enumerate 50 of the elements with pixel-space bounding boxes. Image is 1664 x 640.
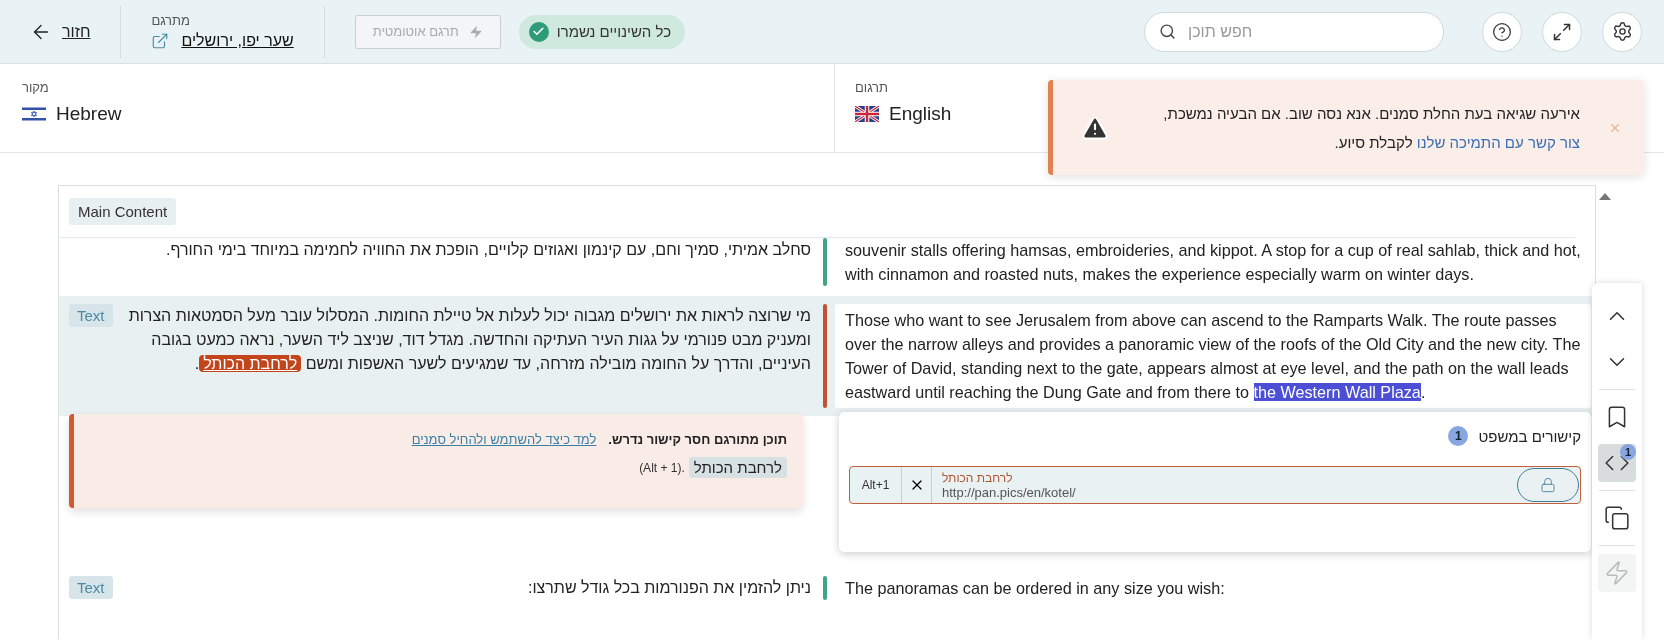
search-icon xyxy=(1159,23,1176,40)
source-language: Hebrew xyxy=(56,103,122,125)
shortcut-hint: (Alt + 1). xyxy=(639,460,685,475)
target-language: English xyxy=(889,103,952,125)
search-field[interactable]: חפש תוכן xyxy=(1144,11,1444,52)
highlighted-phrase: the Western Wall Plaza xyxy=(1253,383,1421,401)
source-text: ניתן להזמין את הפנורמות בכל גודל שתרצו: xyxy=(526,578,811,598)
source-label: מקור xyxy=(22,80,49,95)
expand-button[interactable] xyxy=(1542,11,1582,52)
project-label: מתרגם xyxy=(151,13,190,28)
lock-icon xyxy=(1540,477,1556,493)
count-badge: 1 xyxy=(1620,444,1636,460)
project-link[interactable]: שער יפו, ירושלים xyxy=(181,32,294,50)
segment-tag: Text xyxy=(69,576,113,599)
link-url: http://pan.pics/en/kotel/ xyxy=(942,484,1077,500)
target-label: תרגום xyxy=(855,80,888,95)
back-link[interactable]: חזור xyxy=(30,20,91,43)
copy-icon xyxy=(1604,505,1630,531)
target-text: The panoramas can be ordered in any size you wish: xyxy=(845,578,1226,599)
check-icon xyxy=(528,21,549,42)
scroll-up-icon[interactable] xyxy=(1599,193,1611,200)
expand-icon xyxy=(1552,21,1572,42)
target-text: Those who want to see Jerusalem from above can ascend to the Ramparts Walk. The route passes over the narrow alleys and provides a panoramic view of the roofs of the Old City and the new city. The Tower of David, standing next to the gate, appears almost at eye level, and the path on the wall leads eastward until reaching the Dung Gate and from there to the Western Wall Plaza. xyxy=(845,310,1581,403)
source-text: סחלב אמיתי, סמיך וחם, עם קינמון ואגוזים קלויים, הופכת את החוויה לחמימה במיוחד בימי החורף. xyxy=(164,240,811,260)
settings-button[interactable] xyxy=(1602,11,1642,52)
error-title: תוכן מתורגם חסר קישור נדרש. xyxy=(608,432,787,447)
marker-chip: לרחבת הכותל xyxy=(688,457,787,478)
toast-message: אירעה שגיאה בעת החלת סמנים. אנא נסה שוב. אם הבעיה נמשכת, צור קשר עם התמיכה שלנו לקבלת סיוע. xyxy=(1162,103,1580,153)
saved-status: כל השינויים נשמרו xyxy=(518,14,686,49)
support-link[interactable]: צור קשר עם התמיכה שלנו xyxy=(1416,133,1580,151)
israel-flag-icon xyxy=(22,106,46,122)
links-title: קישורים במשפט xyxy=(1478,427,1581,445)
count-badge: 1 xyxy=(1448,426,1469,446)
lightning-icon xyxy=(468,24,483,39)
segment-tag: Text xyxy=(69,304,113,327)
help-button[interactable] xyxy=(1482,11,1522,52)
link-marker[interactable]: לרחבת הכותל xyxy=(199,355,302,372)
settings-icon xyxy=(1611,21,1633,42)
help-icon xyxy=(1492,21,1512,42)
code-button[interactable]: 1 xyxy=(1598,444,1636,482)
help-link[interactable]: למד כיצד להשתמש ולהחיל סמנים xyxy=(411,432,597,447)
lightning-icon xyxy=(1604,560,1630,586)
target-text: souvenir stalls offering hamsas, embroideries, and kippot. A stop for a cup of real sahlab, thick and hot, with cinnamon and roasted nuts, makes the experience especially warm on winter days. xyxy=(845,240,1581,285)
source-text: מי שרוצה לראות את ירושלים מגבוה יכול לעלות אל טיילת החומות. המסלול עובר מעל הסמטאות הצרות ומעניק מבט פנורמי על גגות העיר העתיקה והחדשה. מגדל דוד, שניצב ליד השער, נראה כמעט בגובה העיניים, והדרך על החומה מובילה מזרחה, עד שמגיעים לשער האשפות ומשם לרחבת הכותל . xyxy=(127,306,811,374)
section-tag: Main Content xyxy=(69,198,177,225)
segment-row[interactable] xyxy=(59,296,1595,416)
link-name: לרחבת הכותל xyxy=(942,470,1013,485)
uk-flag-icon xyxy=(855,106,879,122)
shortcut-label: Alt+1 xyxy=(850,467,902,503)
external-link-icon[interactable] xyxy=(151,32,170,50)
